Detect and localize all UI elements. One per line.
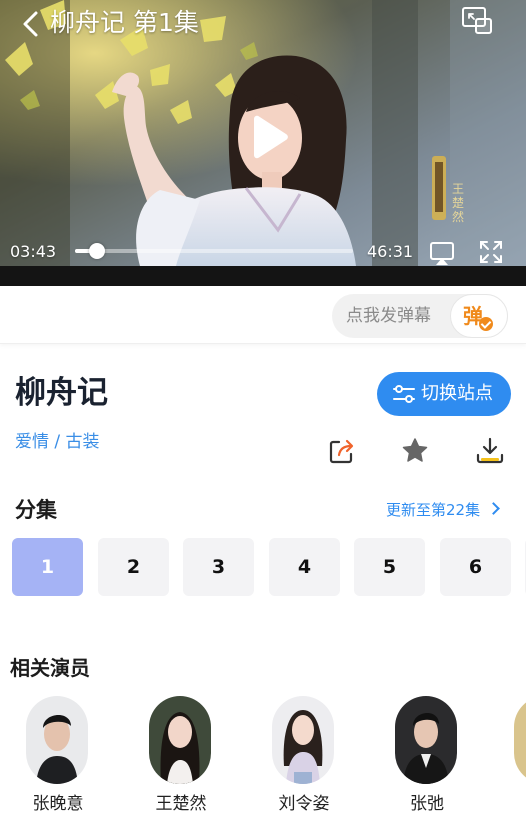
show-title: 柳舟记 — [15, 375, 108, 411]
player-top-bar: 柳舟记 第1集 — [0, 0, 526, 48]
actor-photo — [149, 696, 211, 784]
check-badge-icon — [479, 317, 493, 331]
fullscreen-icon[interactable] — [477, 238, 505, 266]
cast-icon[interactable] — [428, 239, 456, 267]
cast-card[interactable]: 刘令姿 — [264, 696, 344, 826]
danmaku-bar: 点我发弹幕 弹 — [0, 286, 526, 344]
video-title: 柳舟记 第1集 — [50, 8, 199, 37]
cast-title: 相关演员 — [10, 656, 90, 680]
episodes-title: 分集 — [15, 498, 57, 522]
genre-tags[interactable]: 爱情 / 古装 — [15, 430, 100, 454]
actor-photo — [26, 696, 88, 784]
cast-card[interactable]: 张晚意 — [18, 696, 98, 826]
picture-in-picture-icon[interactable] — [460, 5, 494, 37]
player-bottom-strip — [0, 266, 526, 286]
episode-button[interactable]: 3 — [183, 538, 254, 596]
switch-source-button[interactable]: 切换站点 — [377, 372, 511, 416]
episodes-update-link[interactable]: 更新至第22集 — [386, 499, 498, 521]
actor-name: 张晚意 — [32, 794, 84, 814]
app-screen: 王楚然 柳舟记 第1集 03:43 46:31 点我发弹幕 弹 柳舟记 切换站点… — [0, 0, 526, 835]
seal-text: 王楚然 — [452, 182, 465, 224]
back-icon[interactable] — [18, 9, 44, 39]
share-icon[interactable] — [327, 436, 357, 466]
episode-button[interactable]: 5 — [354, 538, 425, 596]
cast-card[interactable]: 黄 — [506, 696, 526, 826]
favorite-star-icon[interactable] — [400, 436, 430, 466]
actor-name: 王楚然 — [155, 794, 207, 814]
actor-name: 张弛 — [410, 794, 444, 814]
actor-name: 刘令姿 — [278, 794, 330, 814]
actor-name: 黄 — [496, 792, 526, 816]
cast-card[interactable]: 张弛 — [387, 696, 467, 826]
danmaku-input[interactable]: 点我发弹幕 弹 — [332, 294, 508, 338]
episode-list: 123456 — [12, 538, 526, 596]
actor-photo — [395, 696, 457, 784]
video-player[interactable]: 王楚然 柳舟记 第1集 03:43 46:31 — [0, 0, 526, 286]
episode-button[interactable]: 6 — [440, 538, 511, 596]
danmaku-toggle-label: 弹 — [463, 304, 483, 328]
episode-button[interactable]: 1 — [12, 538, 83, 596]
cast-list: 张晚意 王楚然 刘令姿 张弛 — [0, 696, 526, 835]
current-time: 03:43 — [10, 242, 57, 261]
danmaku-placeholder: 点我发弹幕 — [346, 306, 431, 326]
cast-card[interactable]: 王楚然 — [141, 696, 221, 826]
episode-button[interactable]: 2 — [98, 538, 169, 596]
total-time: 46:31 — [367, 242, 414, 261]
danmaku-toggle-button[interactable]: 弹 — [450, 294, 508, 338]
progress-bar[interactable] — [75, 243, 353, 259]
switch-source-label: 切换站点 — [421, 383, 493, 404]
actor-photo — [272, 696, 334, 784]
play-icon[interactable] — [248, 114, 290, 160]
download-icon[interactable] — [475, 436, 505, 466]
episode-button[interactable]: 4 — [269, 538, 340, 596]
actor-photo — [514, 696, 526, 784]
switch-icon — [393, 385, 415, 403]
